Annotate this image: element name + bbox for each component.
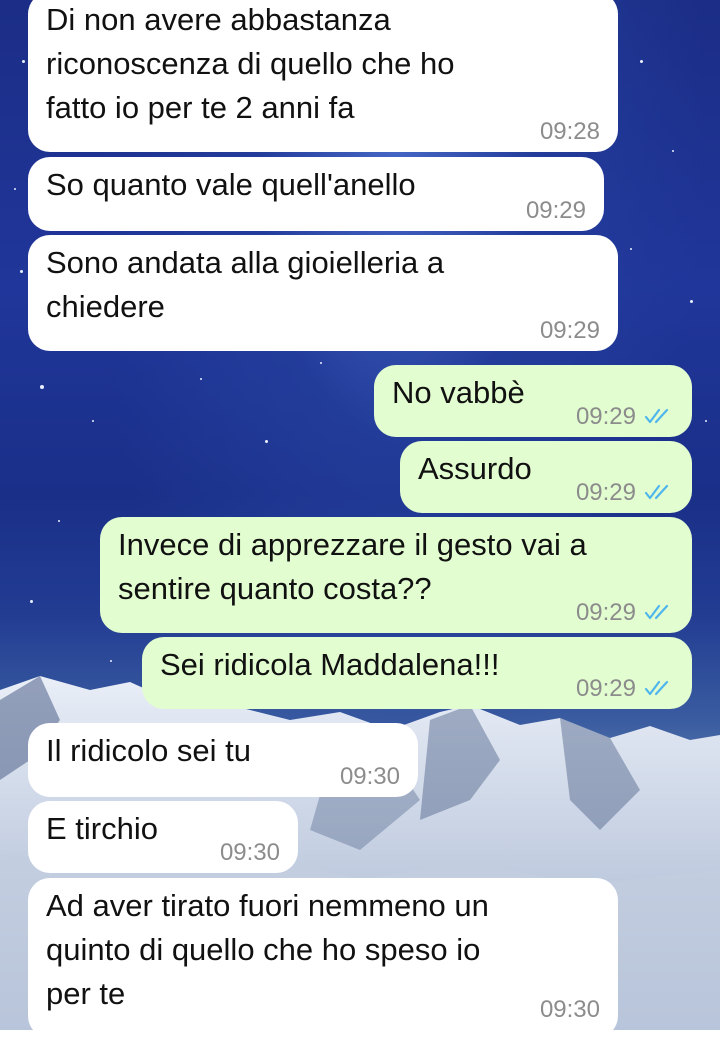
timestamp: 09:30	[539, 996, 600, 1023]
star	[14, 188, 16, 190]
message-time: 09:29	[576, 675, 674, 703]
message-bubble-incoming[interactable]: Ad aver tirato fuori nemmeno un quinto d…	[28, 878, 618, 1038]
timestamp: 09:28	[539, 118, 600, 145]
star	[92, 420, 94, 422]
message-time: 09:29	[576, 479, 674, 507]
star	[200, 378, 202, 380]
timestamp: 09:30	[339, 763, 400, 790]
timestamp: 09:29	[575, 599, 636, 626]
message-time: 09:29	[576, 599, 674, 627]
message-text: Ad aver tirato fuori nemmeno un quinto d…	[46, 888, 489, 1011]
double-check-icon	[644, 604, 669, 619]
timestamp: 09:29	[575, 479, 636, 506]
message-bubble-outgoing[interactable]: Invece di apprezzare il gesto vai a sent…	[100, 517, 692, 633]
message-time: 09:29	[526, 197, 586, 225]
double-check-icon	[644, 408, 669, 423]
star	[630, 248, 632, 250]
timestamp: 09:29	[525, 197, 586, 224]
double-check-icon	[644, 680, 669, 695]
star	[320, 362, 322, 364]
message-bubble-outgoing[interactable]: Assurdo 09:29	[400, 441, 692, 513]
message-text: Di non avere abbastanza riconoscenza di …	[46, 2, 455, 125]
star	[640, 60, 643, 63]
message-time: 09:29	[540, 317, 600, 345]
star	[58, 520, 60, 522]
message-bubble-outgoing[interactable]: No vabbè 09:29	[374, 365, 692, 437]
message-time: 09:29	[576, 403, 674, 431]
star	[22, 60, 25, 63]
message-time: 09:30	[220, 839, 280, 867]
star	[265, 440, 268, 443]
message-text: Invece di apprezzare il gesto vai a sent…	[118, 527, 587, 606]
mountain-scenery	[0, 676, 720, 1030]
message-bubble-incoming[interactable]: Di non avere abbastanza riconoscenza di …	[28, 0, 618, 152]
timestamp: 09:30	[219, 839, 280, 866]
double-check-icon	[644, 484, 669, 499]
message-text: So quanto vale quell'anello	[46, 167, 416, 202]
star	[690, 300, 693, 303]
message-bubble-incoming[interactable]: So quanto vale quell'anello 09:29	[28, 157, 604, 231]
star	[20, 270, 23, 273]
timestamp: 09:29	[539, 317, 600, 344]
star	[30, 600, 33, 603]
message-time: 09:28	[540, 118, 600, 146]
message-time: 09:30	[340, 763, 400, 791]
timestamp: 09:29	[575, 675, 636, 702]
star	[705, 420, 707, 422]
message-bubble-incoming[interactable]: Il ridicolo sei tu 09:30	[28, 723, 418, 797]
timestamp: 09:29	[575, 403, 636, 430]
message-bubble-incoming[interactable]: Sono andata alla gioielleria a chiedere …	[28, 235, 618, 351]
message-bubble-incoming[interactable]: E tirchio 09:30	[28, 801, 298, 873]
message-bubble-outgoing[interactable]: Sei ridicola Maddalena!!! 09:29	[142, 637, 692, 709]
message-text: Sono andata alla gioielleria a chiedere	[46, 245, 445, 324]
star	[672, 150, 674, 152]
star	[40, 385, 44, 389]
chat-wallpaper	[0, 0, 720, 1030]
message-time: 09:30	[540, 996, 600, 1024]
star	[110, 660, 112, 662]
